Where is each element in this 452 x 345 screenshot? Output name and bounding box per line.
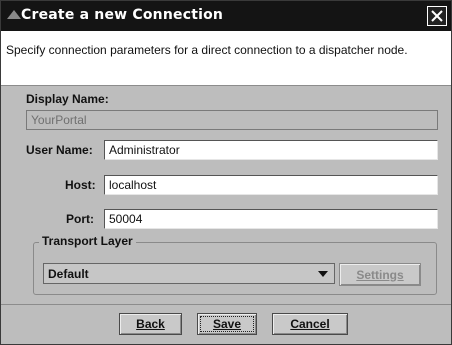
connection-dialog: Create a new Connection Specify connecti…: [0, 0, 452, 345]
cancel-button[interactable]: Cancel: [272, 313, 348, 335]
display-name-label: Display Name:: [26, 92, 109, 106]
description-text: Specify connection parameters for a dire…: [6, 43, 408, 57]
back-button[interactable]: Back: [119, 313, 182, 335]
port-label: Port:: [66, 212, 94, 226]
port-field[interactable]: 50004: [104, 209, 438, 229]
chevron-down-icon: [318, 271, 328, 277]
transport-selected-value: Default: [48, 267, 89, 281]
host-field[interactable]: localhost: [104, 175, 438, 195]
settings-button-label: Settings: [356, 267, 404, 282]
user-name-field[interactable]: Administrator: [104, 140, 438, 160]
cancel-button-label: Cancel: [290, 317, 330, 331]
user-name-label: User Name:: [26, 143, 93, 157]
display-name-field: YourPortal: [26, 110, 438, 130]
footer-divider: [1, 304, 451, 305]
host-label: Host:: [65, 178, 96, 192]
description-panel: Specify connection parameters for a dire…: [1, 31, 451, 86]
back-button-label: Back: [136, 317, 165, 331]
settings-button[interactable]: Settings: [339, 263, 421, 286]
title-bar: Create a new Connection: [1, 1, 451, 31]
transport-select[interactable]: Default: [43, 263, 335, 284]
save-button[interactable]: Save: [197, 313, 257, 335]
transport-layer-title: Transport Layer: [39, 234, 136, 248]
save-button-label: Save: [212, 317, 242, 331]
dialog-title: Create a new Connection: [21, 7, 224, 23]
close-button[interactable]: [427, 6, 447, 26]
window-icon: [7, 10, 21, 19]
close-icon: [431, 10, 443, 22]
